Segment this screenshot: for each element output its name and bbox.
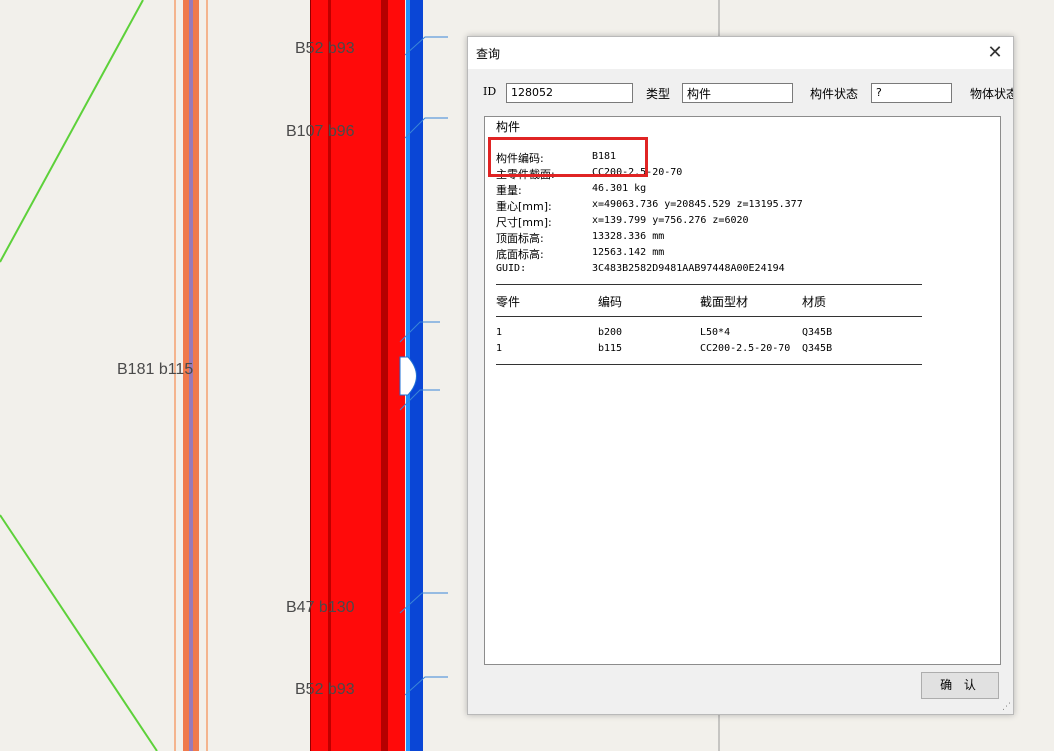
id-field[interactable]: 128052	[506, 83, 633, 103]
type-label: 类型	[646, 87, 671, 101]
ok-button[interactable]: 确 认	[921, 672, 999, 699]
table-cell: b115	[598, 343, 623, 354]
close-icon[interactable]: ✕	[985, 43, 1005, 63]
resize-grip-icon[interactable]: ⋰	[1002, 702, 1011, 712]
prop-value: x=139.799 y=756.276 z=6020	[592, 215, 749, 226]
table-header: 材质	[802, 295, 827, 309]
red-member-flange	[381, 0, 388, 751]
table-header: 截面型材	[700, 295, 749, 309]
prop-key: GUID:	[496, 263, 527, 274]
table-cell: L50*4	[700, 327, 731, 338]
dialog-titlebar[interactable]: 查询 ✕	[468, 37, 1013, 69]
green-line	[0, 514, 158, 751]
prop-key: 尺寸[mm]:	[496, 216, 552, 229]
type-field[interactable]: 构件	[682, 83, 793, 103]
prop-value: 13328.336 mm	[592, 231, 665, 242]
divider	[496, 364, 922, 365]
red-member	[310, 0, 405, 751]
table-cell: CC200-2.5-20-70	[700, 343, 791, 354]
member-status-label: 构件状态	[810, 87, 859, 101]
dialog-title: 查询	[476, 47, 501, 61]
member-label[interactable]: B181 b115	[117, 361, 193, 379]
id-label: ID	[483, 85, 497, 98]
highlight-box	[488, 137, 648, 177]
table-cell: Q345B	[802, 327, 833, 338]
panel-title: 构件	[496, 120, 521, 134]
green-line	[0, 0, 144, 263]
query-dialog: 查询 ✕ ID 128052 类型 构件 构件状态 ? 物体状态 构件 构件编码…	[467, 36, 1014, 715]
table-cell: b200	[598, 327, 623, 338]
table-cell: 1	[496, 343, 503, 354]
red-member-flange	[328, 0, 331, 751]
table-cell: 1	[496, 327, 503, 338]
prop-key: 重心[mm]:	[496, 200, 552, 213]
red-member-edge	[310, 0, 311, 751]
object-status-label: 物体状态	[970, 87, 1013, 101]
divider	[496, 316, 922, 317]
prop-key: 顶面标高:	[496, 232, 544, 245]
table-cell: Q345B	[802, 343, 833, 354]
divider	[496, 284, 922, 285]
prop-value: x=49063.736 y=20845.529 z=13195.377	[592, 199, 803, 210]
table-header: 零件	[496, 295, 521, 309]
table-header: 编码	[598, 295, 623, 309]
info-panel: 构件 构件编码: B181 主零件截面: CC200-2.5-20-70 重量:…	[484, 116, 1001, 665]
member-label[interactable]: B52 b93	[295, 40, 355, 58]
prop-key: 重量:	[496, 184, 522, 197]
prop-value: 12563.142 mm	[592, 247, 665, 258]
prop-value: 3C483B2582D9481AAB97448A00E24194	[592, 263, 785, 274]
prop-value: 46.301 kg	[592, 183, 647, 194]
prop-key: 底面标高:	[496, 248, 544, 261]
member-label[interactable]: B107 b96	[286, 123, 355, 141]
member-status-field[interactable]: ?	[871, 83, 952, 103]
member-label[interactable]: B47 b130	[286, 599, 355, 617]
member-label[interactable]: B52 b93	[295, 681, 355, 699]
